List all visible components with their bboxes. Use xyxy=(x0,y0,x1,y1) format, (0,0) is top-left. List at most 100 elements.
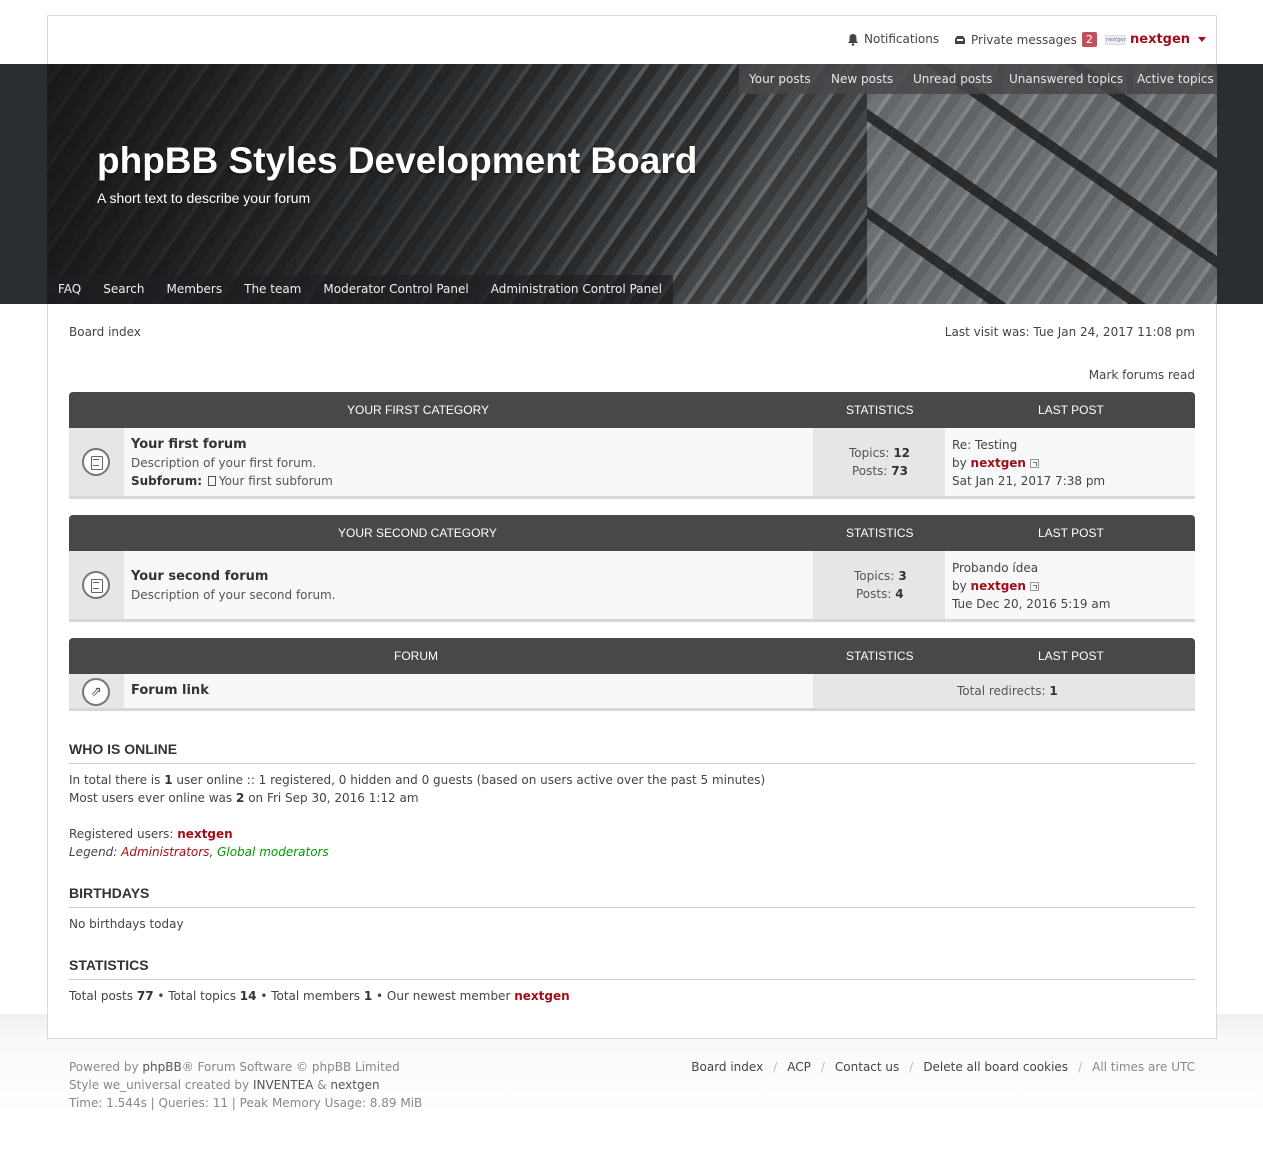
subforum-label: Subforum: xyxy=(131,474,203,488)
category-title[interactable]: YOUR FIRST CATEGORY xyxy=(347,403,489,417)
by-label: by xyxy=(952,579,967,593)
nav-faq[interactable]: FAQ xyxy=(47,275,92,304)
registered-label: Registered users: xyxy=(69,827,174,841)
private-messages-link[interactable]: Private messages 2 xyxy=(954,32,1097,47)
forum-posts: Posts: 73 xyxy=(852,464,908,478)
topics-count: 12 xyxy=(893,446,911,460)
legend-line: Legend: Administrators, Global moderator… xyxy=(69,845,329,859)
total-posts: 77 xyxy=(136,989,154,1003)
footer-delete-cookies[interactable]: Delete all board cookies xyxy=(923,1060,1068,1074)
posts-label: Posts: xyxy=(852,464,888,478)
last-post-user[interactable]: nextgen xyxy=(971,456,1026,470)
username: nextgen xyxy=(1130,32,1191,47)
private-messages-label: Private messages xyxy=(971,32,1077,47)
main-nav: FAQ Search Members The team Moderator Co… xyxy=(47,275,673,304)
avatar: nextgen xyxy=(1105,34,1127,45)
who-is-online-heading[interactable]: WHO IS ONLINE xyxy=(69,741,1195,764)
last-post-header: LAST POST xyxy=(1038,526,1104,540)
last-post-user[interactable]: nextgen xyxy=(971,579,1026,593)
birthdays-heading: BIRTHDAYS xyxy=(69,885,1195,908)
site-title[interactable]: phpBB Styles Development Board xyxy=(97,140,697,182)
forum-description: Description of your second forum. xyxy=(131,588,336,602)
nav-the-team[interactable]: The team xyxy=(233,275,312,304)
mark-forums-read-link[interactable]: Mark forums read xyxy=(1089,368,1195,382)
forum-topics: Topics: 3 xyxy=(854,569,907,583)
goto-post-icon[interactable] xyxy=(1029,582,1039,591)
bell-icon xyxy=(848,33,858,46)
forum-title[interactable]: Your second forum xyxy=(131,569,268,584)
posts-count: 73 xyxy=(891,464,908,478)
forum-row: Your first forum Description of your fir… xyxy=(69,428,1195,499)
nav-acp[interactable]: Administration Control Panel xyxy=(480,275,673,304)
inventea-link[interactable]: INVENTEA xyxy=(253,1078,313,1092)
record-text: Most users ever online was xyxy=(69,791,233,805)
footer-contact-us[interactable]: Contact us xyxy=(835,1060,899,1074)
banner-building-image xyxy=(867,64,1217,304)
style-text: Style we_universal created by xyxy=(69,1078,250,1092)
subforum-link[interactable]: Your first subforum xyxy=(219,474,333,488)
last-post-header: LAST POST xyxy=(1038,649,1104,663)
redirects-count: 1 xyxy=(1049,684,1058,698)
footer-debug: Time: 1.544s | Queries: 11 | Peak Memory… xyxy=(69,1096,423,1110)
breadcrumb[interactable]: Board index xyxy=(69,325,141,339)
footer-separator: / xyxy=(909,1060,914,1074)
user-menu[interactable]: nextgen nextgen xyxy=(1105,32,1207,47)
legend-administrators[interactable]: Administrators xyxy=(121,845,209,859)
last-post-date: Tue Dec 20, 2016 5:19 am xyxy=(952,597,1111,611)
birthdays-text: No birthdays today xyxy=(69,917,184,931)
forum-row: ⇗ Forum link Total redirects: 1 xyxy=(69,674,1195,711)
notifications-link[interactable]: Notifications xyxy=(847,32,939,46)
posts-label: Posts: xyxy=(856,587,892,601)
nav-members[interactable]: Members xyxy=(155,275,233,304)
quicklink-new-posts[interactable]: New posts xyxy=(821,64,904,94)
online-count: 1 xyxy=(164,773,173,787)
footer-timezone: All times are UTC xyxy=(1092,1060,1195,1074)
last-post-title[interactable]: Re: Testing xyxy=(952,438,1017,452)
total-members-label: • Total members xyxy=(260,989,361,1003)
forum-stats-cell xyxy=(813,551,945,619)
last-post-title[interactable]: Probando ídea xyxy=(952,561,1038,575)
notifications-label: Notifications xyxy=(864,32,940,46)
quicklink-active-topics[interactable]: Active topics xyxy=(1127,64,1217,94)
style-amp: & xyxy=(317,1078,327,1092)
nav-mcp[interactable]: Moderator Control Panel xyxy=(312,275,479,304)
forum-description: Description of your first forum. xyxy=(131,456,317,470)
category-header: YOUR FIRST CATEGORY STATISTICS LAST POST xyxy=(69,392,1195,428)
quicklink-unread-posts[interactable]: Unread posts xyxy=(903,64,1003,94)
category-title[interactable]: FORUM xyxy=(394,649,438,663)
footer-separator: / xyxy=(773,1060,778,1074)
goto-post-icon[interactable] xyxy=(1029,459,1039,468)
total-posts-label: Total posts xyxy=(69,989,134,1003)
category-title[interactable]: YOUR SECOND CATEGORY xyxy=(338,526,497,540)
footer-acp[interactable]: ACP xyxy=(787,1060,811,1074)
total-topics-label: • Total topics xyxy=(157,989,236,1003)
forum-title[interactable]: Forum link xyxy=(131,683,209,698)
category-forum-links: FORUM STATISTICS LAST POST ⇗ Forum link … xyxy=(69,638,1195,711)
topics-label: Topics: xyxy=(849,446,890,460)
online-total-line: In total there is 1 user online :: 1 reg… xyxy=(69,773,765,787)
newest-member-link[interactable]: nextgen xyxy=(514,989,569,1003)
forum-read-icon xyxy=(82,448,110,476)
nav-search[interactable]: Search xyxy=(92,275,155,304)
forum-read-icon xyxy=(82,571,110,599)
legend-global-moderators[interactable]: Global moderators xyxy=(217,845,329,859)
phpbb-link[interactable]: phpBB xyxy=(142,1060,181,1074)
footer-separator: / xyxy=(820,1060,825,1074)
forum-title[interactable]: Your first forum xyxy=(131,437,247,452)
forum-redirects: Total redirects: 1 xyxy=(957,684,1058,698)
quicklink-unanswered-topics[interactable]: Unanswered topics xyxy=(999,64,1134,94)
quicklink-your-posts[interactable]: Your posts xyxy=(739,64,821,94)
nextgen-link[interactable]: nextgen xyxy=(330,1078,379,1092)
redirects-label: Total redirects: xyxy=(957,684,1046,698)
record-date: on Fri Sep 30, 2016 1:12 am xyxy=(248,791,419,805)
total-topics: 14 xyxy=(239,989,257,1003)
online-text: In total there is xyxy=(69,773,161,787)
last-visit: Last visit was: Tue Jan 24, 2017 11:08 p… xyxy=(944,325,1195,339)
registered-user-link[interactable]: nextgen xyxy=(177,827,232,841)
forum-stats-cell xyxy=(813,428,945,496)
statistics-header: STATISTICS xyxy=(846,649,914,663)
header-banner: Your posts New posts Unread posts Unansw… xyxy=(47,64,1217,304)
category-header: YOUR SECOND CATEGORY STATISTICS LAST POS… xyxy=(69,515,1195,551)
footer-board-index[interactable]: Board index xyxy=(691,1060,763,1074)
subforum-icon xyxy=(207,476,216,486)
